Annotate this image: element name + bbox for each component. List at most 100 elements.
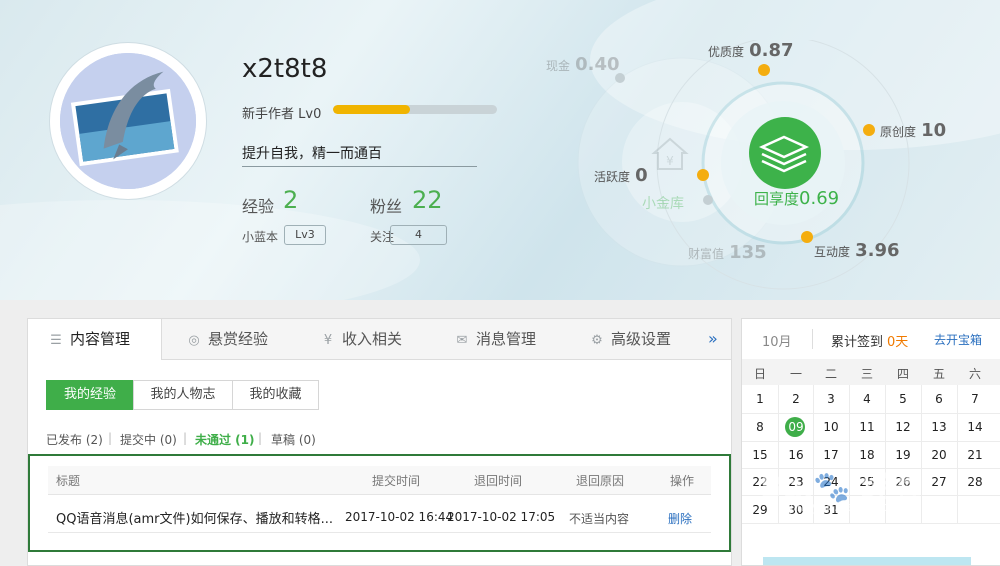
calendar-day[interactable]: 14 xyxy=(957,420,993,434)
filter-drafts[interactable]: 草稿 (0) xyxy=(271,431,316,448)
house-icon: ¥ xyxy=(651,137,689,170)
calendar-grid-line xyxy=(742,413,1000,414)
layers-icon xyxy=(758,135,810,173)
weekday: 六 xyxy=(968,367,981,381)
originality-stat[interactable]: 原创度 10 xyxy=(880,120,946,141)
calendar-month: 10月 xyxy=(762,335,792,350)
wealth-value: 135 xyxy=(729,242,767,263)
calendar-day[interactable]: 8 xyxy=(742,420,778,434)
calendar-divider xyxy=(812,329,813,349)
calendar-day[interactable]: 2 xyxy=(778,392,814,406)
weekday: 二 xyxy=(824,367,837,381)
calendar-day[interactable]: 15 xyxy=(742,448,778,462)
filter-published[interactable]: 已发布 (2) xyxy=(46,431,103,448)
row-divider xyxy=(48,532,711,533)
tab-label: 内容管理 xyxy=(70,330,131,348)
calendar-day[interactable]: 12 xyxy=(885,420,921,434)
tab-label: 高级设置 xyxy=(611,330,672,348)
tab-income[interactable]: ¥ 收入相关 xyxy=(320,319,402,359)
originality-value: 10 xyxy=(921,120,947,141)
list-icon: ☰ xyxy=(50,333,62,348)
tab-label: 悬赏经验 xyxy=(208,330,269,348)
row-title-link[interactable]: QQ语音消息(amr文件)如何保存、播放和转格... xyxy=(56,508,333,527)
follow-count-badge[interactable]: 4 xyxy=(390,225,447,245)
row-return-time: 2017-10-02 17:05 xyxy=(447,510,556,524)
header-return-time: 退回时间 xyxy=(474,474,523,488)
rejected-items-table: 标题 提交时间 退回时间 退回原因 操作 QQ语音消息(amr文件)如何保存、播… xyxy=(28,454,731,552)
subtab-my-experience[interactable]: 我的经验 xyxy=(46,380,134,410)
tabs-more-button[interactable]: » xyxy=(708,319,718,359)
calendar-day[interactable]: 21 xyxy=(957,448,993,462)
calendar-day[interactable]: 6 xyxy=(921,392,957,406)
level-progress-fill xyxy=(333,105,411,114)
watermark-url: jingyan.baidu.com xyxy=(790,500,901,514)
row-return-reason: 不适当内容 xyxy=(569,512,630,526)
quality-value: 0.87 xyxy=(749,40,794,61)
svg-text:¥: ¥ xyxy=(666,154,674,168)
avatar[interactable] xyxy=(60,53,196,189)
subtab-my-favorites[interactable]: 我的收藏 xyxy=(232,380,319,410)
dolphin-photo-icon xyxy=(60,53,196,189)
calendar-day[interactable]: 28 xyxy=(957,475,993,489)
activity-label: 活跃度 xyxy=(594,170,631,184)
weekday-header: 日 一 二 三 四 五 六 xyxy=(742,359,1000,385)
experience-count[interactable]: 2 xyxy=(283,186,298,214)
open-chest-link[interactable]: 去开宝箱 xyxy=(934,331,982,348)
quality-label: 优质度 xyxy=(708,45,745,59)
tab-content-management[interactable]: ☰ 内容管理 xyxy=(28,319,162,360)
tab-messages[interactable]: ✉ 消息管理 xyxy=(454,319,536,359)
calendar-day[interactable]: 13 xyxy=(921,420,957,434)
calendar-day[interactable]: 4 xyxy=(849,392,885,406)
calendar-day[interactable]: 7 xyxy=(957,392,993,406)
calendar-day[interactable]: 5 xyxy=(885,392,921,406)
originality-label: 原创度 xyxy=(880,125,917,139)
content-management-panel: ☰ 内容管理 ◎ 悬赏经验 ¥ 收入相关 ✉ 消息管理 ⚙ 高级设置 » 我的经验 我的人… xyxy=(27,318,732,566)
coin-icon: ◎ xyxy=(188,333,200,348)
filter-submitting[interactable]: 提交中 (0) xyxy=(120,431,177,448)
interaction-stat[interactable]: 互动度 3.96 xyxy=(814,240,900,261)
weekday: 日 xyxy=(753,367,766,381)
level-label: 新手作者 Lv0 xyxy=(242,107,322,122)
calendar-day[interactable]: 10 xyxy=(813,420,849,434)
checkin-days: 0天 xyxy=(887,335,909,350)
motto[interactable]: 提升自我，精一而通百 xyxy=(242,143,382,163)
tab-bounty-experience[interactable]: ◎ 悬赏经验 xyxy=(186,319,268,359)
weekday: 四 xyxy=(896,367,909,381)
calendar-day[interactable]: 19 xyxy=(885,448,921,462)
calendar-day[interactable]: 17 xyxy=(813,448,849,462)
mail-icon: ✉ xyxy=(456,333,468,348)
cash-stat[interactable]: 现金 0.40 xyxy=(546,54,620,75)
wealth-stat[interactable]: 财富值 135 xyxy=(688,242,767,263)
response-stat[interactable]: 回享度0.69 xyxy=(754,188,839,209)
checkin-label: 累计签到 xyxy=(831,335,884,350)
quality-stat[interactable]: 优质度 0.87 xyxy=(708,40,794,61)
username: x2t8t8 xyxy=(242,54,328,84)
calendar-day[interactable]: 3 xyxy=(813,392,849,406)
calendar-day[interactable]: 27 xyxy=(921,475,957,489)
calendar-day-today[interactable]: 09 xyxy=(778,420,814,434)
activity-stat[interactable]: 活跃度 0 xyxy=(594,165,648,186)
delete-link[interactable]: 删除 xyxy=(668,510,692,527)
activity-value: 0 xyxy=(635,165,648,186)
calendar-day[interactable]: 1 xyxy=(742,392,778,406)
fans-count[interactable]: 22 xyxy=(412,186,443,214)
weekday: 三 xyxy=(860,367,873,381)
filter-separator: | xyxy=(258,431,263,445)
header-submit-time: 提交时间 xyxy=(372,474,421,488)
motto-underline xyxy=(242,166,477,167)
bluebook-level-badge[interactable]: Lv3 xyxy=(284,225,326,245)
cash-value: 0.40 xyxy=(575,54,620,75)
wealth-label: 财富值 xyxy=(688,247,725,261)
fans-label: 粉丝 xyxy=(370,197,403,216)
filter-separator: | xyxy=(183,431,188,445)
vault-label[interactable]: 小金库 xyxy=(642,193,684,213)
filter-rejected[interactable]: 未通过 (1) xyxy=(195,431,255,448)
tab-label: 消息管理 xyxy=(476,330,537,348)
tab-advanced-settings[interactable]: ⚙ 高级设置 xyxy=(589,319,671,359)
calendar-day[interactable]: 16 xyxy=(778,448,814,462)
tab-label: 收入相关 xyxy=(342,330,403,348)
calendar-day[interactable]: 20 xyxy=(921,448,957,462)
calendar-day[interactable]: 18 xyxy=(849,448,885,462)
subtab-my-profiles[interactable]: 我的人物志 xyxy=(133,380,233,410)
calendar-day[interactable]: 11 xyxy=(849,420,885,434)
